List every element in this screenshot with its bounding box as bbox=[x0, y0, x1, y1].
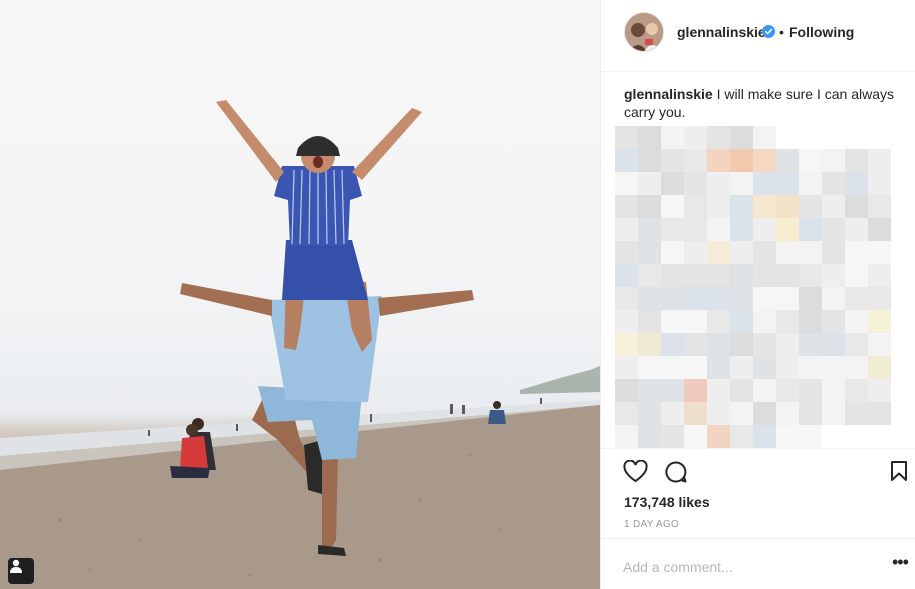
caption-username[interactable]: glennalinskie bbox=[624, 86, 713, 102]
avatar[interactable] bbox=[624, 12, 664, 52]
person-tag-icon bbox=[10, 559, 22, 573]
username-link[interactable]: glennalinskie bbox=[677, 24, 766, 40]
post-caption: glennalinskie I will make sure I can alw… bbox=[624, 85, 904, 121]
more-options-button[interactable]: ••• bbox=[892, 553, 909, 571]
avatar-image bbox=[625, 13, 663, 51]
heart-icon[interactable] bbox=[623, 460, 648, 484]
likes-count[interactable]: 173,748 likes bbox=[624, 494, 710, 510]
verified-badge-icon bbox=[762, 25, 775, 38]
beach-scene bbox=[0, 100, 600, 589]
redacted-comments bbox=[615, 126, 891, 448]
comment-input[interactable] bbox=[623, 557, 863, 577]
following-button[interactable]: Following bbox=[789, 24, 854, 40]
post-photo[interactable] bbox=[0, 0, 600, 589]
post-sidebar: glennalinskie • Following glennalinskie … bbox=[600, 0, 915, 589]
post-timestamp[interactable]: 1 DAY AGO bbox=[624, 519, 679, 530]
comment-bar: ••• bbox=[601, 538, 915, 589]
post-actions bbox=[601, 448, 915, 492]
post-header: glennalinskie • Following bbox=[601, 0, 915, 72]
speech-bubble-icon[interactable] bbox=[664, 460, 688, 484]
separator-dot: • bbox=[779, 24, 784, 40]
bookmark-icon[interactable] bbox=[890, 460, 908, 482]
tagged-people-button[interactable] bbox=[8, 558, 34, 584]
